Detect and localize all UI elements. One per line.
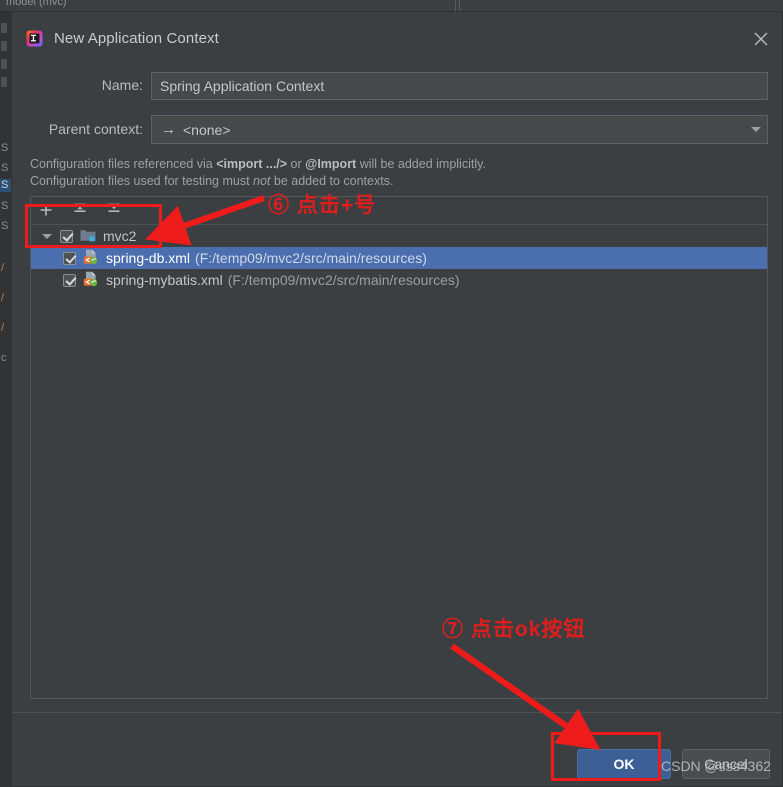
close-icon[interactable] (750, 28, 772, 50)
tree-node-path: (F:/temp09/mvc2/src/main/resources) (195, 250, 427, 266)
desc1-import-tag: <import .../> (216, 157, 288, 171)
intellij-idea-icon (26, 30, 43, 47)
tree-toolbar (31, 197, 767, 225)
name-label: Name: (101, 77, 143, 93)
tree-row-file[interactable]: spring-mybatis.xml (F:/temp09/mvc2/src/m… (31, 269, 767, 291)
chevron-down-icon[interactable] (42, 233, 52, 239)
background-left-gutter: S S S S S / / / c (0, 11, 12, 787)
context-files-tree[interactable]: mvc2 spring-db.xml (F:/temp09/mvc2/src/m… (31, 225, 767, 698)
tree-node-label: mvc2 (103, 228, 137, 244)
desc1-part3: will be added implicitly. (356, 157, 486, 171)
new-application-context-dialog: New Application Context Name: Spring App… (11, 11, 783, 787)
desc1-import-annotation: @Import (305, 157, 357, 171)
tree-row-module[interactable]: mvc2 (31, 225, 767, 247)
dialog-title: New Application Context (54, 30, 219, 47)
desc1-part2: or (287, 157, 306, 171)
tree-node-label: spring-mybatis.xml (106, 272, 223, 288)
collapse-all-button[interactable] (103, 200, 125, 222)
dialog-titlebar: New Application Context (12, 12, 782, 58)
parent-context-combobox[interactable]: → <none> (151, 115, 768, 144)
screenshot-root: S S S S S / / / c model (mvc) New Applic… (0, 0, 783, 787)
checkbox[interactable] (60, 229, 73, 243)
background-top-text: model (mvc) (6, 0, 67, 8)
description-line-2: Configuration files used for testing mus… (30, 174, 393, 188)
footer-divider (12, 712, 782, 713)
expand-all-button[interactable] (69, 200, 91, 222)
spring-xml-file-icon (83, 249, 99, 268)
csdn-watermark: CSDN @sss4362 (661, 758, 771, 774)
annotation-step-7: ⑦ 点击ok按钮 (442, 618, 586, 641)
tree-row-file[interactable]: spring-db.xml (F:/temp09/mvc2/src/main/r… (31, 247, 767, 269)
context-files-panel: mvc2 spring-db.xml (F:/temp09/mvc2/src/m… (30, 196, 768, 699)
desc2-part2: be added to contexts. (270, 174, 394, 188)
ok-button[interactable]: OK (577, 749, 671, 779)
desc2-not: not (253, 174, 271, 188)
spring-xml-file-icon (83, 271, 99, 290)
tree-node-path: (F:/temp09/mvc2/src/main/resources) (227, 272, 460, 288)
add-button[interactable] (35, 200, 57, 222)
annotation-step-6: ⑥ 点击+号 (268, 194, 377, 217)
description-line-1: Configuration files referenced via <impo… (30, 157, 486, 171)
desc1-part1: Configuration files referenced via (30, 157, 217, 171)
desc2-part1: Configuration files used for testing mus… (30, 174, 254, 188)
parent-context-value: <none> (183, 121, 231, 138)
name-input-value: Spring Application Context (160, 78, 325, 94)
checkbox[interactable] (63, 273, 76, 287)
chevron-down-icon[interactable] (745, 116, 767, 143)
module-folder-icon (80, 228, 96, 245)
checkbox[interactable] (63, 251, 76, 265)
right-arrow-icon: → (161, 121, 176, 138)
parent-context-label: Parent context: (48, 121, 143, 137)
tree-node-label: spring-db.xml (106, 250, 191, 266)
name-input[interactable]: Spring Application Context (151, 72, 768, 100)
